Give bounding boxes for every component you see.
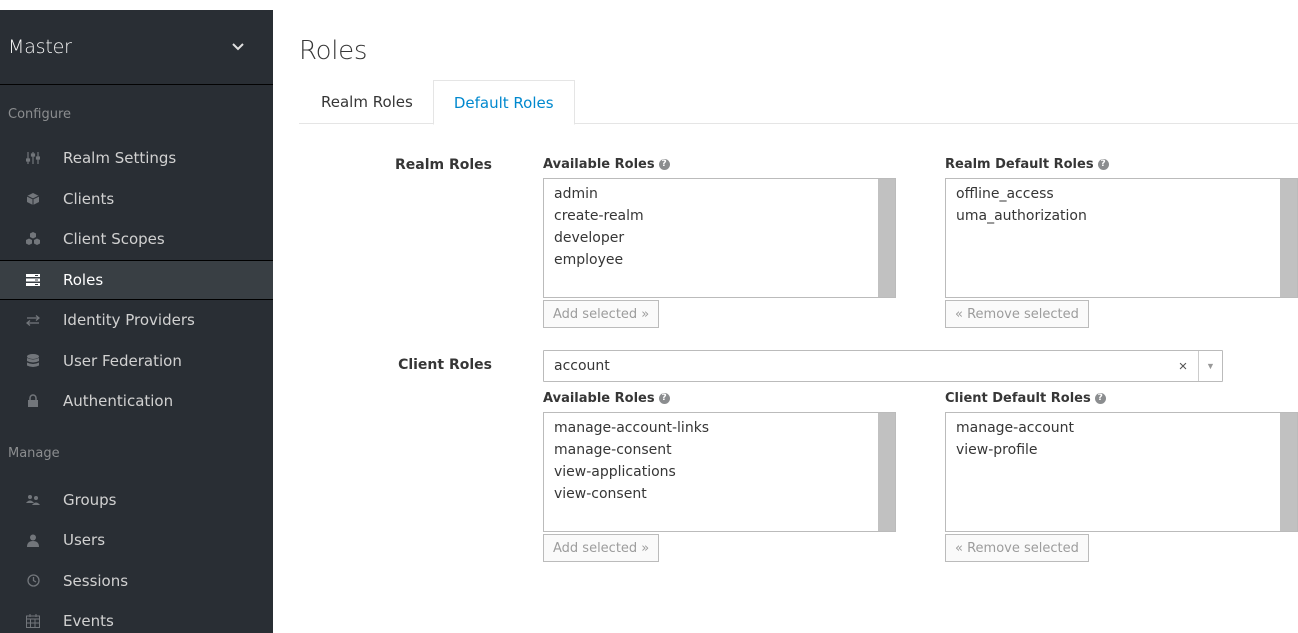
sidebar-item-label: Clients <box>63 189 115 208</box>
client-available-roles-list[interactable]: manage-account-links manage-consent view… <box>543 412 896 532</box>
scrollbar[interactable] <box>878 179 895 297</box>
realm-default-roles-list[interactable]: offline_access uma_authorization <box>945 178 1298 298</box>
list-item[interactable]: view-profile <box>946 439 1297 461</box>
sidebar-item-label: User Federation <box>63 351 182 370</box>
tab-realm-roles[interactable]: Realm Roles <box>299 80 433 124</box>
main-content: Roles Realm Roles Default Roles Realm Ro… <box>299 0 1298 633</box>
sidebar-item-user-federation[interactable]: User Federation <box>0 341 273 382</box>
client-select[interactable]: account × ▼ <box>543 350 1223 382</box>
chevron-down-icon <box>231 40 245 54</box>
sidebar-item-label: Roles <box>63 270 104 289</box>
realm-roles-label: Realm Roles <box>394 157 492 173</box>
lock-icon <box>25 393 41 409</box>
list-item[interactable]: manage-account <box>946 417 1297 439</box>
list-item[interactable]: employee <box>544 249 895 271</box>
help-icon[interactable]: ? <box>1097 159 1109 170</box>
sidebar-item-sessions[interactable]: Sessions <box>0 561 273 602</box>
sidebar-item-label: Events <box>63 612 114 631</box>
client-remove-selected-button[interactable]: « Remove selected <box>945 534 1089 562</box>
tab-default-roles[interactable]: Default Roles <box>432 80 575 125</box>
sidebar-item-label: Realm Settings <box>63 149 177 168</box>
sidebar-item-label: Authentication <box>63 392 174 411</box>
sidebar-item-label: Sessions <box>63 571 129 590</box>
sidebar-item-identity-providers[interactable]: Identity Providers <box>0 300 273 341</box>
sidebar-item-clients[interactable]: Clients <box>0 179 273 220</box>
sidebar-item-events[interactable]: Events <box>0 601 273 633</box>
roles-icon <box>25 272 41 288</box>
cubes-icon <box>25 231 41 247</box>
client-roles-label: Client Roles <box>398 357 492 373</box>
clock-icon <box>25 573 41 589</box>
list-item[interactable]: view-consent <box>544 483 895 505</box>
sidebar-item-roles[interactable]: Roles <box>0 259 273 300</box>
realm-name: Master <box>8 36 72 58</box>
dropdown-arrow-icon[interactable]: ▼ <box>1198 351 1222 381</box>
list-item[interactable]: admin <box>544 183 895 205</box>
help-icon[interactable]: ? <box>658 159 670 170</box>
help-icon[interactable]: ? <box>1094 393 1106 404</box>
scrollbar[interactable] <box>878 413 895 531</box>
sidebar-item-label: Groups <box>63 490 117 509</box>
sidebar-item-realm-settings[interactable]: Realm Settings <box>0 138 273 179</box>
help-icon[interactable]: ? <box>658 393 670 404</box>
configure-section-label: Configure <box>8 107 72 122</box>
realm-available-roles-list[interactable]: admin create-realm developer employee <box>543 178 896 298</box>
label-text: Available Roles <box>543 391 655 406</box>
realm-default-roles-label: Realm Default Roles ? <box>945 157 1109 172</box>
manage-section-label: Manage <box>8 445 60 461</box>
client-default-roles-list[interactable]: manage-account view-profile <box>945 412 1298 532</box>
sidebar-item-label: Client Scopes <box>63 230 165 249</box>
list-item[interactable]: manage-account-links <box>544 417 895 439</box>
cube-icon <box>25 191 41 207</box>
calendar-icon <box>25 613 41 629</box>
page-title: Roles <box>299 36 368 66</box>
sidebar-item-groups[interactable]: Groups <box>0 480 273 521</box>
sliders-icon <box>25 150 41 166</box>
tab-bar: Realm Roles Default Roles <box>299 80 1298 125</box>
realm-remove-selected-button[interactable]: « Remove selected <box>945 300 1089 328</box>
client-available-roles-label: Available Roles ? <box>543 391 670 406</box>
label-text: Client Default Roles <box>945 391 1091 406</box>
realm-selector[interactable]: Master <box>0 10 273 85</box>
sidebar-item-label: Users <box>63 531 106 550</box>
sidebar-item-label: Identity Providers <box>63 311 195 330</box>
list-item[interactable]: uma_authorization <box>946 205 1297 227</box>
list-item[interactable]: view-applications <box>544 461 895 483</box>
scrollbar[interactable] <box>1280 413 1297 531</box>
users-group-icon <box>25 492 41 508</box>
client-select-value: account <box>554 358 610 374</box>
realm-add-selected-button[interactable]: Add selected » <box>543 300 660 328</box>
exchange-icon <box>25 312 41 328</box>
sidebar-item-authentication[interactable]: Authentication <box>0 381 273 422</box>
list-item[interactable]: manage-consent <box>544 439 895 461</box>
sidebar-item-users[interactable]: Users <box>0 520 273 561</box>
realm-available-roles-label: Available Roles ? <box>543 157 670 172</box>
list-item[interactable]: create-realm <box>544 205 895 227</box>
client-default-roles-label: Client Default Roles ? <box>945 391 1106 406</box>
user-icon <box>25 532 41 548</box>
label-text: Available Roles <box>543 157 655 172</box>
list-item[interactable]: developer <box>544 227 895 249</box>
list-item[interactable]: offline_access <box>946 183 1297 205</box>
clear-icon[interactable]: × <box>1172 358 1194 375</box>
label-text: Realm Default Roles <box>945 157 1094 172</box>
sidebar-item-client-scopes[interactable]: Client Scopes <box>0 219 273 260</box>
scrollbar[interactable] <box>1280 179 1297 297</box>
sidebar: Master Configure Realm Settings Clients … <box>0 10 273 633</box>
client-add-selected-button[interactable]: Add selected » <box>543 534 660 562</box>
database-icon <box>25 353 41 369</box>
